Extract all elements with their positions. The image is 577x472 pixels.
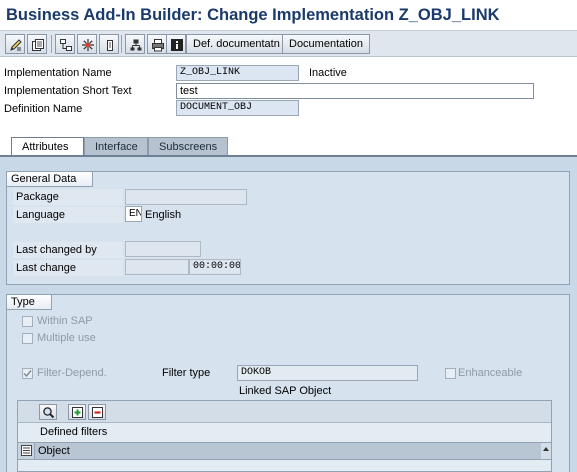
filter-type-field[interactable]: DOKOB xyxy=(237,365,418,381)
definition-name-field[interactable]: DOCUMENT_OBJ xyxy=(176,100,299,116)
implementation-name-label: Implementation Name xyxy=(4,67,112,79)
info-icon xyxy=(171,39,183,51)
select-all-button[interactable] xyxy=(18,443,35,459)
defined-filters-table: Defined filters Object xyxy=(17,400,552,472)
tab-interface[interactable]: Interface xyxy=(84,137,148,155)
edit-display-icon xyxy=(10,39,22,51)
search-button[interactable] xyxy=(39,404,57,420)
activate-icon xyxy=(82,39,94,51)
hierarchy-button[interactable] xyxy=(125,34,145,54)
within-sap-checkbox[interactable] xyxy=(22,316,33,327)
object-tree-button[interactable] xyxy=(55,34,75,54)
short-text-label: Implementation Short Text xyxy=(4,85,132,97)
tab-subscreens[interactable]: Subscreens xyxy=(148,137,228,155)
documentation-button[interactable]: Documentation xyxy=(282,34,370,54)
general-data-group: General Data Package Language EN English… xyxy=(6,171,570,285)
last-change-date-field[interactable] xyxy=(125,259,189,275)
filter-table-toolbar xyxy=(18,401,551,423)
last-changed-by-field[interactable] xyxy=(125,241,201,257)
multiple-use-checkbox[interactable] xyxy=(22,333,33,344)
edit-display-button[interactable] xyxy=(5,34,25,54)
language-label: Language xyxy=(16,209,65,221)
general-data-title: General Data xyxy=(7,172,94,187)
enhanceable-label: Enhanceable xyxy=(458,367,523,379)
last-change-time-field[interactable]: 00:00:00 xyxy=(189,259,241,275)
filter-type-description: Linked SAP Object xyxy=(239,385,332,397)
column-header-object[interactable]: Object xyxy=(38,445,70,457)
insert-row-icon xyxy=(72,407,83,418)
last-changed-by-label: Last changed by xyxy=(16,244,97,256)
short-text-input[interactable]: test xyxy=(176,83,534,99)
type-title: Type xyxy=(7,295,52,310)
print-icon xyxy=(152,39,164,52)
defined-filters-caption: Defined filters xyxy=(40,426,108,438)
insert-row-button[interactable] xyxy=(68,404,86,420)
object-tree-icon xyxy=(60,39,72,51)
filter-depend-label: Filter-Depend. xyxy=(37,367,107,379)
tab-attributes[interactable]: Attributes xyxy=(11,137,84,155)
activate-button[interactable] xyxy=(77,34,97,54)
enhanceable-checkbox[interactable] xyxy=(445,368,456,379)
package-field[interactable] xyxy=(125,189,247,205)
application-toolbar: Def. documentatn Documentation xyxy=(0,30,577,57)
multiple-use-label: Multiple use xyxy=(37,332,96,344)
hierarchy-icon xyxy=(130,39,142,51)
delete-row-icon xyxy=(92,407,103,418)
delete-row-button[interactable] xyxy=(88,404,106,420)
print-button[interactable] xyxy=(147,34,167,54)
implementation-name-field: Z_OBJ_LINK xyxy=(176,65,299,81)
table-settings-icon xyxy=(21,445,32,456)
implementation-status: Inactive xyxy=(309,67,347,79)
def-documentation-button[interactable]: Def. documentatn xyxy=(186,34,287,54)
search-icon xyxy=(43,407,55,419)
package-label: Package xyxy=(16,191,59,203)
scroll-up-icon xyxy=(543,447,549,451)
other-object-button[interactable] xyxy=(27,34,47,54)
checkmark-icon xyxy=(23,370,32,378)
table-scrollbar[interactable] xyxy=(541,443,551,459)
language-code-field[interactable]: EN xyxy=(125,206,142,222)
window-title: Business Add-In Builder: Change Implemen… xyxy=(6,6,500,24)
definition-name-label: Definition Name xyxy=(4,103,83,115)
where-used-icon xyxy=(107,40,113,51)
table-header-row: Object xyxy=(18,442,551,460)
filter-type-label: Filter type xyxy=(162,367,211,379)
language-name: English xyxy=(145,209,182,221)
within-sap-label: Within SAP xyxy=(37,315,93,327)
last-change-label: Last change xyxy=(16,262,76,274)
other-object-icon xyxy=(32,39,44,51)
info-button[interactable] xyxy=(166,34,186,54)
filter-depend-checkbox[interactable] xyxy=(22,368,33,379)
where-used-button[interactable] xyxy=(99,34,119,54)
